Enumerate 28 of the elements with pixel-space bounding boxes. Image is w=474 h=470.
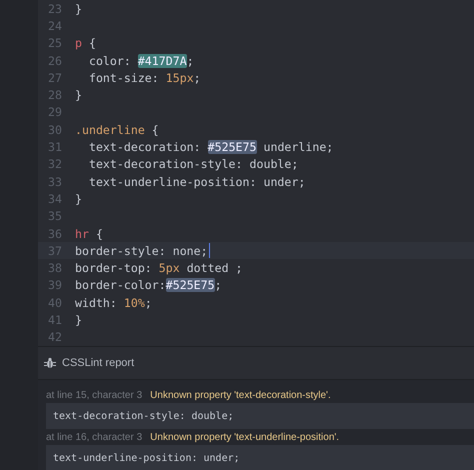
code-line: hr { — [75, 226, 103, 242]
code-snippet: text-decoration-style: double; — [46, 403, 474, 429]
code-line: } — [75, 190, 82, 208]
error-location[interactable]: at line 16, character 3 — [46, 432, 142, 442]
code-line: } — [75, 0, 82, 18]
code-line: } — [75, 312, 82, 329]
code-line: p { — [75, 35, 96, 52]
code-line: text-decoration-style: double; — [88, 156, 298, 173]
code-line: text-underline-position: under; — [88, 174, 306, 190]
color-value: #417D7A — [138, 54, 187, 68]
code-line: border-top: 5px dotted ; — [75, 260, 243, 277]
error-message: Unknown property 'text-decoration-style'. — [150, 390, 331, 400]
bug-icon — [44, 357, 56, 369]
error-message: Unknown property 'text-underline-position'. — [150, 432, 340, 442]
report-title: CSSLint report — [62, 357, 134, 369]
code-line: .underline { — [75, 122, 159, 138]
code-line: border-style: none; — [75, 242, 210, 260]
color-value: #525E75 — [166, 278, 215, 292]
text-cursor — [208, 243, 210, 258]
code-line: border-color:#525E75; — [75, 277, 222, 294]
code-line: color: #417D7A; — [88, 52, 194, 70]
code-line: text-decoration: #525E75 underline; — [88, 139, 334, 156]
code-line: width: 10%; — [75, 294, 152, 312]
color-value: #525E75 — [208, 140, 256, 154]
code-snippet: text-underline-position: under; — [46, 445, 474, 470]
code-line: font-size: 15px; — [88, 70, 201, 86]
error-location[interactable]: at line 15, character 3 — [46, 390, 142, 400]
code-line: } — [75, 87, 82, 104]
